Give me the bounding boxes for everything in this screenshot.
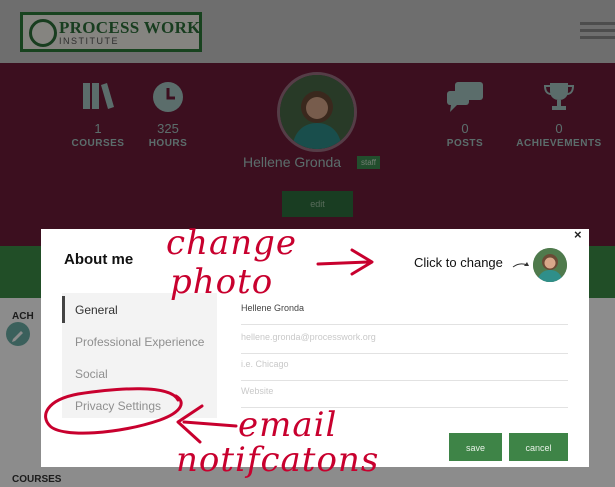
annotation-photo: photo — [170, 262, 274, 302]
save-button[interactable]: save — [449, 433, 502, 461]
location-field-row — [241, 354, 568, 381]
modal-title: About me — [64, 251, 134, 268]
arrow-icon — [512, 257, 530, 275]
website-field-row — [241, 381, 568, 408]
nav-privacy-settings[interactable]: Privacy Settings — [75, 399, 161, 413]
modal-avatar[interactable] — [533, 248, 567, 282]
location-field[interactable] — [241, 359, 568, 369]
email-field-row — [241, 327, 568, 354]
nav-social[interactable]: Social — [75, 367, 108, 381]
annotation-change: change — [166, 223, 297, 263]
annotation-email: email — [238, 405, 338, 445]
name-field[interactable] — [241, 303, 568, 313]
annotation-notifications: notifcatons — [176, 440, 380, 480]
website-field[interactable] — [241, 386, 568, 396]
nav-general[interactable]: General — [75, 303, 118, 317]
nav-professional-experience[interactable]: Professional Experience — [75, 335, 204, 349]
click-to-change-text[interactable]: Click to change — [414, 255, 503, 270]
close-icon[interactable]: × — [574, 227, 582, 242]
email-field[interactable] — [241, 332, 568, 342]
name-field-row — [241, 298, 568, 325]
active-nav-indicator — [62, 296, 65, 323]
cancel-button[interactable]: cancel — [509, 433, 568, 461]
